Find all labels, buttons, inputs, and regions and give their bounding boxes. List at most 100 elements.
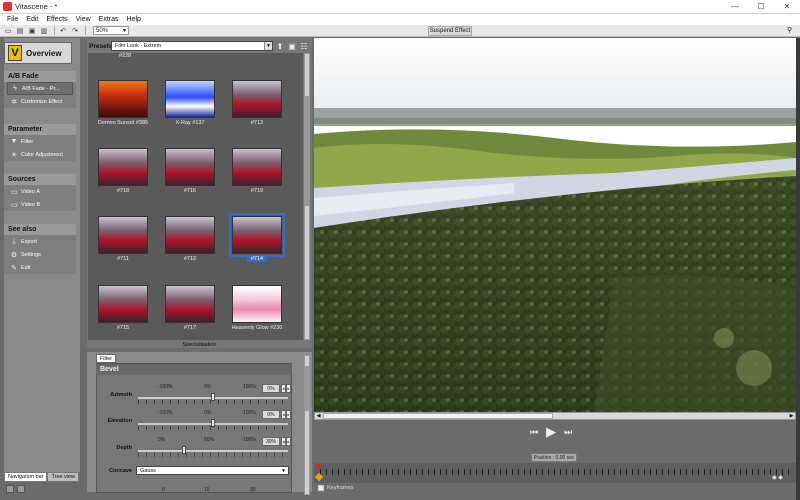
nav-item-label: Video A — [21, 188, 40, 195]
nav-item-video-a[interactable]: ▭ Video A — [4, 185, 76, 198]
menu-effects[interactable]: Effects — [42, 16, 71, 23]
slider-knob[interactable] — [211, 393, 215, 401]
scrollbar-thumb[interactable] — [305, 366, 309, 411]
increment-icon[interactable]: ▸ — [286, 410, 291, 419]
new-file-icon[interactable]: ▭ — [3, 26, 13, 36]
nav-item-label: A/B Fade - Pr... — [22, 85, 60, 92]
list-icon[interactable] — [17, 485, 25, 493]
nav-item-customize-effect[interactable]: ✲ Customize Effect — [4, 95, 76, 108]
nav-item-label: Color Adjustment — [21, 151, 63, 158]
preset-thumbnail[interactable] — [232, 148, 282, 186]
title-bar: Vitascene - * — ☐ ✕ — [0, 0, 800, 14]
thumb-label: #716 — [183, 188, 197, 194]
thumb-label: #228 — [118, 53, 132, 59]
export-icon: ⤓ — [12, 237, 16, 245]
filter-scrollbar[interactable] — [304, 355, 310, 495]
scroll-right-icon[interactable]: ▶ — [788, 413, 795, 419]
menu-extras[interactable]: Extras — [95, 16, 123, 23]
open-folder-icon[interactable]: ▤ — [15, 26, 25, 36]
value-field[interactable]: 30% — [262, 437, 280, 446]
nav-bottom-icons — [6, 485, 25, 493]
nav-item-filter[interactable]: ▼ Filter — [4, 135, 76, 148]
slider-knob[interactable] — [181, 446, 186, 454]
value-field[interactable]: 0% — [262, 410, 280, 419]
nav-item-edit[interactable]: ✎ Edit — [4, 261, 76, 274]
tab-navigation-bar[interactable]: Navigation bar — [4, 472, 48, 482]
presets-header: Presets Film Look - Extrem ▼ ⬆ ▣ ☷ — [87, 40, 312, 52]
scrollbar-thumb[interactable] — [323, 413, 553, 419]
thumb-label: #712 — [183, 256, 197, 262]
keyframes-checkbox[interactable] — [318, 485, 324, 491]
concave-value: Gauss — [140, 467, 156, 474]
preset-thumbnail[interactable] — [165, 80, 215, 118]
value-spinner[interactable]: ◂ ▸ — [281, 410, 291, 419]
increment-icon[interactable]: ▸ — [286, 437, 291, 446]
slider-knob[interactable] — [211, 419, 215, 427]
preset-thumbnail[interactable] — [98, 285, 148, 323]
skip-back-icon[interactable]: ⏮ — [530, 427, 538, 438]
maximize-button[interactable]: ☐ — [748, 0, 774, 14]
up-arrow-icon[interactable]: ⬆ — [275, 41, 285, 51]
save-icon[interactable]: ▣ — [27, 26, 37, 36]
nav-item-ab-fade-preset[interactable]: ϟ A/B Fade - Pr... — [7, 82, 73, 95]
scale-label: 100% — [243, 384, 256, 390]
grid-view-icon[interactable]: ☷ — [299, 41, 309, 51]
preset-thumbnail[interactable] — [229, 213, 285, 257]
preset-thumbnail[interactable] — [232, 80, 282, 118]
scroll-left-icon[interactable]: ◀ — [315, 413, 322, 419]
preset-thumbnail[interactable] — [98, 80, 148, 118]
value-field[interactable]: 0% — [262, 384, 280, 393]
suspend-effect-button[interactable]: Suspend Effect — [428, 26, 472, 36]
nav-item-settings[interactable]: ⚙ Settings — [4, 248, 76, 261]
scale-label: -100% — [158, 410, 173, 416]
landscape-preview-image — [314, 38, 796, 412]
preset-thumbnail[interactable] — [165, 285, 215, 323]
preset-thumbnail[interactable] — [98, 216, 148, 254]
nav-item-color-adjustment[interactable]: ☀ Color Adjustment — [4, 148, 76, 161]
redo-icon[interactable]: ↷ — [70, 26, 80, 36]
menu-help[interactable]: Help — [123, 16, 145, 23]
export-icon[interactable]: ▥ — [39, 26, 49, 36]
overview-button[interactable]: V Overview — [4, 42, 72, 64]
value-spinner[interactable]: ◂ ▸ — [281, 384, 291, 393]
preset-select[interactable]: Film Look - Extrem ▼ — [111, 41, 273, 51]
menu-view[interactable]: View — [72, 16, 95, 23]
edit-icon: ✎ — [11, 264, 17, 272]
concave-select[interactable]: Gauss ▼ — [136, 466, 289, 475]
nav-section-title: A/B Fade — [4, 71, 76, 82]
menu-edit[interactable]: Edit — [22, 16, 42, 23]
slider-track[interactable] — [138, 450, 288, 452]
tab-tree-view[interactable]: Tree view — [47, 472, 80, 482]
window-edge — [796, 38, 800, 500]
end-keyframe-icon[interactable]: ◆ ◆ — [772, 474, 783, 481]
preset-thumbnail[interactable] — [165, 216, 215, 254]
close-button[interactable]: ✕ — [774, 0, 800, 14]
undo-icon[interactable]: ↶ — [58, 26, 68, 36]
timeline[interactable]: ◆ ◆ — [314, 463, 798, 483]
preset-thumbnail[interactable] — [232, 285, 282, 323]
preset-thumbnail[interactable] — [98, 148, 148, 186]
play-icon[interactable]: ▶ — [546, 424, 556, 440]
lightning-icon: ϟ — [13, 85, 17, 92]
chevron-down-icon: ▼ — [281, 467, 286, 474]
position-readout: Position : 0.00 sec — [531, 453, 577, 462]
thumb-label: #714 — [247, 256, 267, 262]
nav-item-video-b[interactable]: ▭ Video B — [4, 198, 76, 211]
presets-scrollbar[interactable] — [304, 53, 310, 340]
preset-thumbnail[interactable] — [165, 148, 215, 186]
value-spinner[interactable]: ◂ ▸ — [281, 437, 291, 446]
minimize-button[interactable]: — — [722, 0, 748, 14]
nav-item-export[interactable]: ⤓ Export — [4, 235, 76, 248]
viewer-horizontal-scrollbar[interactable]: ◀ ▶ — [314, 412, 796, 420]
slider-ticks — [138, 453, 288, 457]
tab-filter[interactable]: Filter — [96, 354, 116, 363]
skip-forward-icon[interactable]: ⏭ — [564, 427, 572, 438]
folder-icon[interactable]: ▣ — [287, 41, 297, 51]
increment-icon[interactable]: ▸ — [286, 384, 291, 393]
zoom-select[interactable]: 50% ▾ — [93, 26, 129, 35]
grid-icon[interactable] — [6, 485, 14, 493]
menu-file[interactable]: File — [3, 16, 22, 23]
keyframes-toggle[interactable]: Keyframes — [318, 485, 353, 491]
scrollbar-thumb[interactable] — [305, 96, 309, 206]
pin-icon[interactable]: ⚲ — [787, 26, 797, 36]
